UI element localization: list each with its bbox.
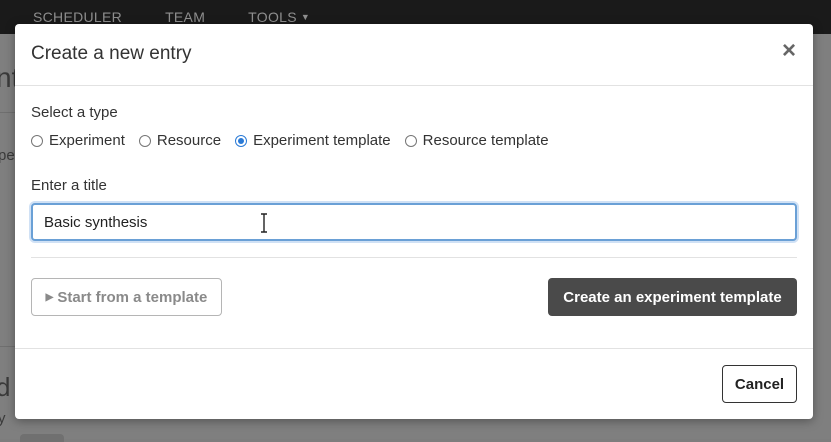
background-divider: [0, 112, 15, 113]
create-template-button[interactable]: Create an experiment template: [548, 278, 797, 316]
title-input[interactable]: [31, 203, 797, 241]
cancel-button[interactable]: Cancel: [722, 365, 797, 403]
title-label: Enter a title: [31, 177, 107, 194]
nav-team[interactable]: TEAM: [165, 9, 205, 25]
radio-resource[interactable]: Resource: [138, 132, 222, 149]
radio-resource-label: Resource: [156, 132, 222, 149]
nav-tools[interactable]: TOOLS ▼: [248, 9, 310, 25]
modal-title: Create a new entry: [31, 43, 192, 64]
nav-tools-label: TOOLS: [248, 9, 297, 25]
create-entry-modal: Create a new entry × Select a type Exper…: [15, 24, 813, 419]
radio-experiment-template-circle[interactable]: [235, 134, 248, 147]
radio-resource-circle[interactable]: [138, 134, 151, 147]
type-label: Select a type: [31, 104, 118, 121]
radio-resource-template[interactable]: Resource template: [404, 132, 549, 149]
modal-header: Create a new entry ×: [15, 24, 813, 86]
radio-experiment[interactable]: Experiment: [31, 132, 125, 149]
caret-right-icon: ▶: [45, 291, 54, 303]
background-text-fragment: pe: [0, 147, 15, 164]
background-heading-fragment-2: d: [0, 372, 11, 402]
background-divider: [0, 346, 15, 347]
start-from-template-button[interactable]: ▶ Start from a template: [31, 278, 222, 316]
radio-resource-template-circle[interactable]: [404, 134, 417, 147]
caret-down-icon: ▼: [300, 12, 311, 22]
form-divider: [31, 257, 797, 258]
type-radio-group: Experiment Resource Experiment template …: [31, 132, 563, 149]
close-icon[interactable]: ×: [782, 39, 796, 63]
background-tab: [20, 434, 64, 442]
radio-experiment-template[interactable]: Experiment template: [235, 132, 391, 149]
radio-experiment-circle[interactable]: [31, 134, 43, 147]
nav-scheduler[interactable]: SCHEDULER: [33, 9, 122, 25]
radio-experiment-template-label: Experiment template: [253, 132, 391, 149]
text-cursor-icon: [261, 213, 267, 233]
background-text-fragment-2: y: [0, 410, 6, 427]
radio-resource-template-label: Resource template: [422, 132, 549, 149]
radio-experiment-label: Experiment: [49, 132, 125, 149]
start-from-template-label: Start from a template: [57, 288, 208, 306]
modal-footer-divider: [15, 348, 813, 349]
